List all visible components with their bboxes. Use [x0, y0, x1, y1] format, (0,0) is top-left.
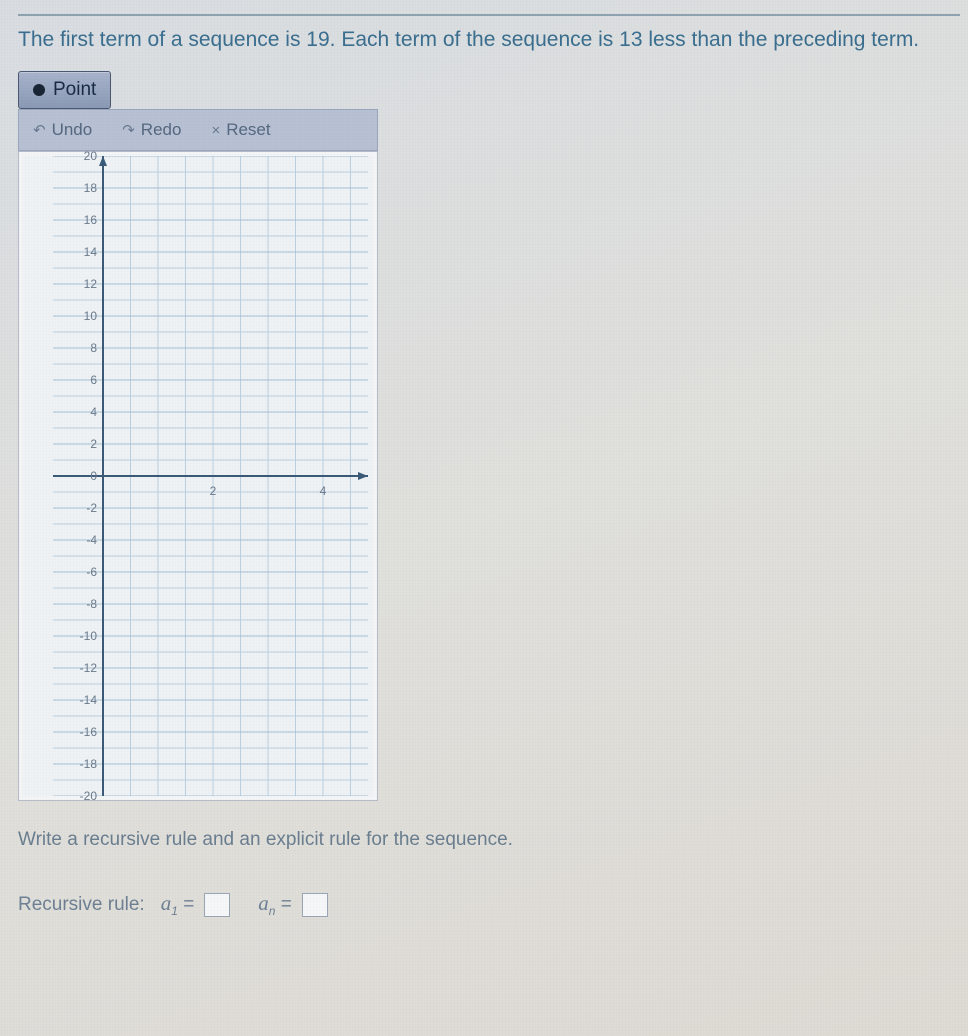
undo-label: Undo — [52, 120, 93, 140]
y-tick-label: 18 — [69, 181, 97, 195]
an-input[interactable] — [302, 893, 328, 917]
x-tick-label: 4 — [320, 484, 327, 498]
coordinate-plane[interactable]: 20181614121086420-2-4-6-8-10-12-14-16-18… — [23, 156, 373, 796]
tool-row-2: ↶ Undo ↷ Redo × Reset — [18, 109, 378, 151]
y-tick-label: -6 — [69, 565, 97, 579]
problem-statement: The first term of a sequence is 19. Each… — [18, 26, 960, 53]
point-tool-button[interactable]: Point — [18, 71, 111, 109]
redo-icon: ↷ — [122, 121, 135, 139]
point-tool-label: Point — [53, 79, 96, 101]
y-tick-label: 14 — [69, 245, 97, 259]
y-tick-label: 0 — [69, 469, 97, 483]
y-tick-label: -12 — [69, 661, 97, 675]
undo-icon: ↶ — [33, 121, 46, 139]
y-tick-label: -4 — [69, 533, 97, 547]
x-tick-label: 2 — [210, 484, 217, 498]
redo-label: Redo — [141, 120, 182, 140]
reset-button[interactable]: × Reset — [211, 120, 270, 140]
y-tick-label: -20 — [69, 789, 97, 803]
point-icon — [33, 84, 45, 96]
recursive-rule-row: Recursive rule: a1 = an = — [18, 891, 960, 918]
y-tick-label: 6 — [69, 373, 97, 387]
an-expression: an = — [258, 891, 292, 918]
y-tick-label: -18 — [69, 757, 97, 771]
y-tick-label: -8 — [69, 597, 97, 611]
a1-input[interactable] — [204, 893, 230, 917]
reset-icon: × — [211, 122, 220, 139]
y-tick-label: 2 — [69, 437, 97, 451]
tool-row-1: Point — [18, 71, 960, 109]
y-tick-label: 10 — [69, 309, 97, 323]
y-tick-label: -2 — [69, 501, 97, 515]
graph-container: 20181614121086420-2-4-6-8-10-12-14-16-18… — [18, 151, 378, 801]
divider-top — [18, 14, 960, 16]
undo-button[interactable]: ↶ Undo — [33, 120, 92, 140]
recursive-prefix: Recursive rule: — [18, 894, 145, 916]
y-tick-label: 16 — [69, 213, 97, 227]
y-tick-label: 4 — [69, 405, 97, 419]
a1-expression: a1 = — [161, 891, 195, 918]
y-tick-label: 20 — [69, 149, 97, 163]
y-tick-label: -14 — [69, 693, 97, 707]
y-tick-label: 12 — [69, 277, 97, 291]
y-tick-label: -16 — [69, 725, 97, 739]
instruction-text: Write a recursive rule and an explicit r… — [18, 829, 960, 851]
redo-button[interactable]: ↷ Redo — [122, 120, 181, 140]
reset-label: Reset — [226, 120, 270, 140]
y-tick-label: -10 — [69, 629, 97, 643]
y-tick-label: 8 — [69, 341, 97, 355]
